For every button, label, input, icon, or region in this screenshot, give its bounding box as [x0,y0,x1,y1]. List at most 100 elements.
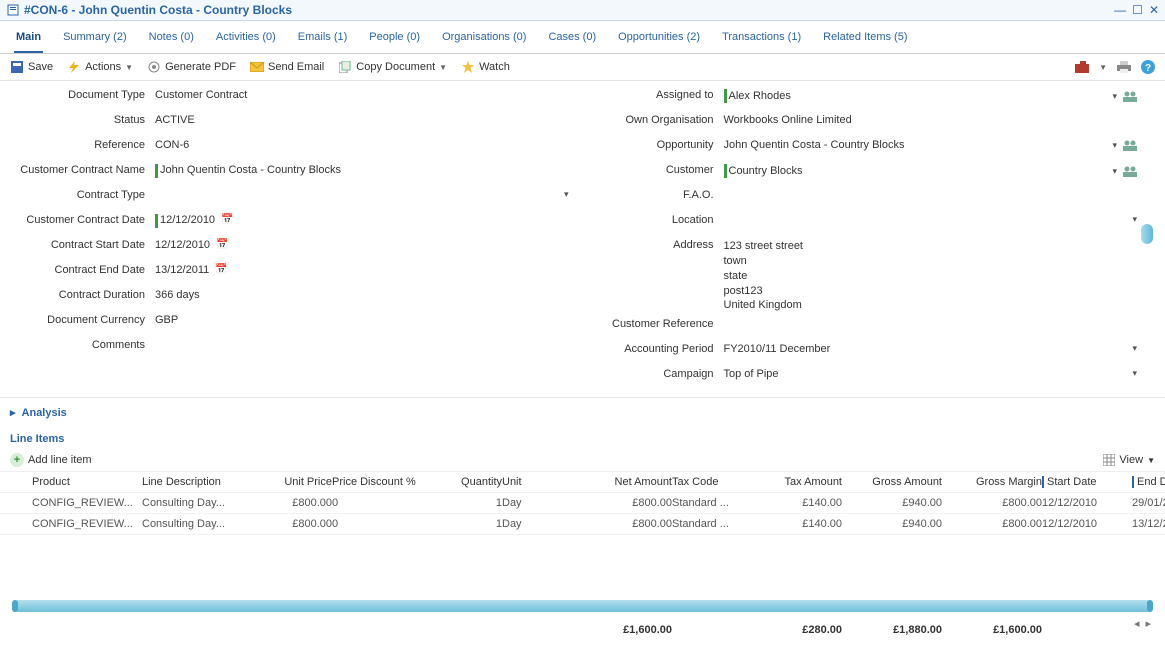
cell-start-date: 12/12/2010 [1042,497,1132,509]
close-icon[interactable]: ✕ [1149,3,1159,17]
currency-label: Document Currency [10,314,155,326]
opportunity-label: Opportunity [579,139,724,151]
chevron-down-icon[interactable]: ▼ [1099,63,1107,72]
cell-price-disc: 0 [332,497,432,509]
grid-icon [1103,454,1115,466]
table-row[interactable]: CONFIG_REVIEW... Consulting Day... £800.… [0,493,1165,514]
copy-document-button[interactable]: Copy Document ▼ [338,60,447,74]
minimize-icon[interactable]: — [1114,3,1126,17]
print-icon[interactable] [1117,60,1131,74]
copy-document-label: Copy Document [356,61,435,73]
contract-date-input[interactable]: 12/12/2010 [160,214,215,226]
campaign-select[interactable]: Top of Pipe▾ [724,368,1138,380]
people-icon[interactable] [1123,90,1137,102]
location-label: Location [579,214,724,226]
col-gross-margin[interactable]: Gross Margin [942,476,1042,488]
chevron-right-icon: ▸ [10,406,16,419]
start-date-label: Contract Start Date [10,239,155,251]
generate-pdf-button[interactable]: Generate PDF [147,60,236,74]
campaign-label: Campaign [579,368,724,380]
help-icon[interactable]: ? [1141,60,1155,74]
send-email-button[interactable]: Send Email [250,60,324,74]
col-tax-amount[interactable]: Tax Amount [752,476,842,488]
cell-tax-amount: £140.00 [752,497,842,509]
end-date-input[interactable]: 13/12/2011 [155,264,209,276]
tab-cases[interactable]: Cases (0) [546,27,598,53]
tab-bar: Main Summary (2) Notes (0) Activities (0… [0,21,1165,54]
document-icon [6,3,20,17]
chevron-down-icon[interactable]: ▾ [1132,214,1137,225]
page-prev-icon[interactable]: ◂ [1134,617,1140,630]
tab-emails[interactable]: Emails (1) [296,27,350,53]
col-unit[interactable]: Unit [502,476,582,488]
vertical-scroll-thumb[interactable] [1141,224,1153,244]
col-unit-price[interactable]: Unit Price [252,476,332,488]
tab-people[interactable]: People (0) [367,27,422,53]
analysis-section-toggle[interactable]: ▸ Analysis [0,397,1165,427]
col-net-amount[interactable]: Net Amount [582,476,672,488]
tab-opportunities[interactable]: Opportunities (2) [616,27,702,53]
start-date-input[interactable]: 12/12/2010 [155,239,210,251]
watch-label: Watch [479,61,510,73]
col-line-desc[interactable]: Line Description [142,476,252,488]
customer-input[interactable]: Country Blocks [729,165,1107,177]
cell-unit-price: £800.00 [252,497,332,509]
required-indicator [155,214,158,228]
col-gross-amount[interactable]: Gross Amount [842,476,942,488]
tab-transactions[interactable]: Transactions (1) [720,27,803,53]
window-title: #CON-6 - John Quentin Costa - Country Bl… [6,3,292,17]
calendar-icon[interactable]: 📅 [221,214,233,225]
col-quantity[interactable]: Quantity [432,476,502,488]
briefcase-icon[interactable] [1075,60,1089,74]
add-line-item-button[interactable]: Add line item [28,454,92,466]
contract-name-input[interactable]: John Quentin Costa - Country Blocks [160,164,341,176]
plus-icon[interactable]: + [10,453,24,467]
chevron-down-icon[interactable]: ▾ [1112,91,1117,102]
reference-value: CON-6 [155,139,569,151]
horizontal-scrollbar[interactable] [12,600,1153,612]
tab-summary[interactable]: Summary (2) [61,27,129,53]
table-row[interactable]: CONFIG_REVIEW... Consulting Day... £800.… [0,514,1165,535]
tab-organisations[interactable]: Organisations (0) [440,27,528,53]
address-value[interactable]: 123 street street town state post123 Uni… [724,239,1138,313]
col-start-date[interactable]: Start Date [1042,476,1132,488]
cell-unit-price: £800.00 [252,518,332,530]
col-price-disc[interactable]: Price Discount % [332,476,432,488]
assigned-to-input[interactable]: Alex Rhodes [729,90,1107,102]
chevron-down-icon[interactable]: ▾ [564,189,569,200]
people-icon[interactable] [1123,139,1137,151]
chevron-down-icon[interactable]: ▾ [1132,368,1137,379]
page-next-icon[interactable]: ▸ [1145,617,1151,630]
tab-notes[interactable]: Notes (0) [147,27,196,53]
tab-related-items[interactable]: Related Items (5) [821,27,909,53]
address-line-1: 123 street street [724,239,1138,254]
people-icon[interactable] [1123,165,1137,177]
cell-tax-code: Standard ... [672,497,752,509]
total-gross: £1,880.00 [842,624,942,636]
col-end-date[interactable]: End Date [1132,476,1165,488]
tab-main[interactable]: Main [14,27,43,53]
opportunity-input[interactable]: John Quentin Costa - Country Blocks [724,139,1107,151]
calendar-icon[interactable]: 📅 [216,239,228,250]
svg-text:?: ? [1145,63,1151,74]
required-indicator [724,89,727,103]
col-tax-code[interactable]: Tax Code [672,476,752,488]
watch-button[interactable]: Watch [461,60,510,74]
save-button[interactable]: Save [10,60,53,74]
star-icon [461,60,475,74]
acct-period-select[interactable]: FY2010/11 December▾ [724,343,1138,355]
calendar-icon[interactable]: 📅 [215,264,227,275]
col-product[interactable]: Product [32,476,142,488]
chevron-down-icon[interactable]: ▾ [1112,166,1117,177]
chevron-down-icon[interactable]: ▾ [1132,343,1137,354]
analysis-label: Analysis [22,407,67,419]
maximize-icon[interactable]: ☐ [1132,3,1143,17]
view-button[interactable]: View ▼ [1103,454,1155,466]
cell-start-date: 12/12/2010 [1042,518,1132,530]
chevron-down-icon[interactable]: ▾ [1112,140,1117,151]
address-line-2: town [724,254,1138,269]
tab-activities[interactable]: Activities (0) [214,27,278,53]
actions-label: Actions [85,61,121,73]
cell-product: CONFIG_REVIEW... [32,497,142,509]
actions-button[interactable]: Actions ▼ [67,60,133,74]
